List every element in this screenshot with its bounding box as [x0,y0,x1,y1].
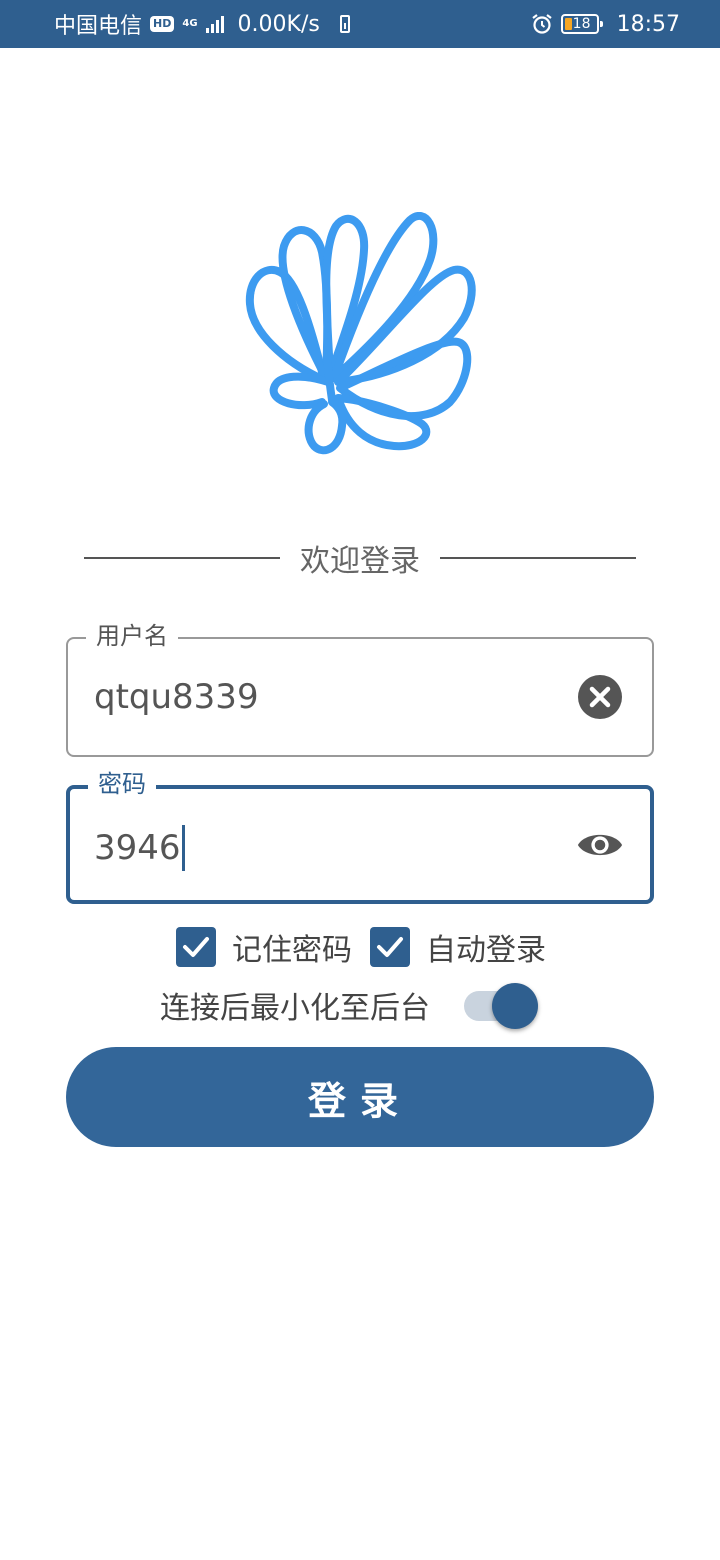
divider-line-left [84,557,280,559]
checkmark-icon [183,937,209,957]
battery-level: 18 [572,16,591,32]
clear-username-button[interactable] [576,673,624,721]
auto-login-checkbox[interactable] [370,927,410,967]
eye-icon[interactable] [576,827,624,863]
password-label: 密码 [88,769,156,799]
minimize-label: 连接后最小化至后台 [160,991,430,1026]
carrier-name: 中国电信 [54,14,143,39]
remember-password-checkbox[interactable] [176,927,216,967]
text-cursor [181,825,185,871]
password-text: 3946 [94,828,181,868]
login-options: 记住密码 自动登录 [176,925,564,969]
status-left: 中国电信 HD 4G 0.00K/s [54,8,350,40]
clear-icon[interactable] [577,674,623,720]
checkmark-icon [377,937,403,957]
battery-icon: 18 [560,14,603,34]
sim-battery-icon [339,15,350,33]
divider-line-right [440,557,636,559]
password-field[interactable]: 密码 3946 [66,769,654,904]
login-button[interactable]: 登录 [66,1047,654,1147]
clock: 18:57 [616,11,680,37]
toggle-password-visibility-button[interactable] [576,821,624,869]
auto-login-option[interactable]: 自动登录 [370,925,546,969]
welcome-title: 欢迎登录 [300,544,420,579]
username-label: 用户名 [86,621,178,651]
password-input[interactable]: 3946 [94,825,185,871]
welcome-divider: 欢迎登录 [84,536,636,580]
remember-password-label: 记住密码 [232,933,352,968]
minimize-toggle-switch[interactable] [464,983,538,1029]
signal-icon [205,15,224,33]
status-right: 18 18:57 [531,12,680,37]
minimize-option: 连接后最小化至后台 [160,980,538,1030]
network-type: 4G [182,18,198,29]
toggle-thumb [492,983,538,1029]
network-speed: 0.00K/s [237,11,320,37]
username-input[interactable]: qtqu8339 [94,677,259,717]
status-bar: 中国电信 HD 4G 0.00K/s 18 18:57 [0,0,720,48]
hd-badge: HD [150,16,175,32]
alarm-icon [531,13,553,35]
remember-password-option[interactable]: 记住密码 [176,925,352,969]
username-field[interactable]: 用户名 qtqu8339 [66,621,654,757]
shell-logo-icon [245,212,476,455]
auto-login-label: 自动登录 [426,933,546,968]
